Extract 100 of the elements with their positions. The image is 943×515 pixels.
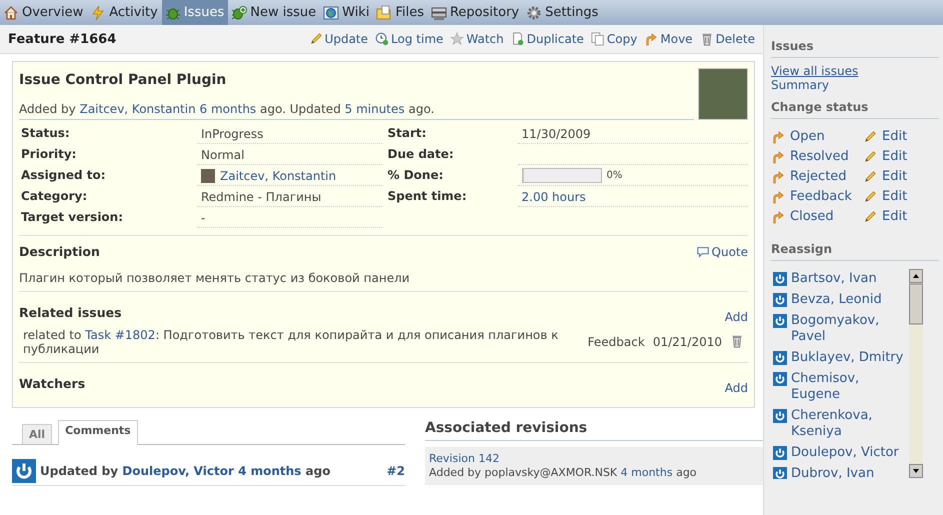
curved-arrow-icon xyxy=(771,150,785,164)
journal-number-link[interactable]: #2 xyxy=(386,464,405,478)
edit-link[interactable]: Edit xyxy=(863,149,923,164)
curved-arrow-icon xyxy=(771,170,785,184)
trash-icon xyxy=(700,32,714,46)
assignee-link[interactable]: Chemisov, Eugene xyxy=(773,371,909,403)
field-value: Redmine - Плагины xyxy=(201,190,322,204)
avatar-icon xyxy=(773,351,787,365)
status-link[interactable]: Rejected xyxy=(771,169,863,184)
assignee-link[interactable]: Bevza, Leonid xyxy=(773,292,909,308)
field-label: Target version: xyxy=(20,209,124,226)
section-title: Associated revisions xyxy=(425,420,763,441)
quote-link[interactable]: Quote xyxy=(696,244,748,258)
server-icon xyxy=(430,4,447,20)
action-link[interactable]: Watch xyxy=(450,32,504,46)
field-label: Category: xyxy=(20,188,88,205)
edit-link[interactable]: Edit xyxy=(863,209,923,224)
photo-placeholder xyxy=(698,68,748,120)
section-title: Related issues xyxy=(19,304,122,320)
assignee-link[interactable]: Buklayev, Dmitry xyxy=(773,350,909,366)
copy-icon xyxy=(590,32,605,46)
globe-icon xyxy=(323,4,340,20)
scrollbar[interactable] xyxy=(909,269,923,478)
time-link[interactable]: 5 minutes xyxy=(344,102,405,116)
edit-link[interactable]: Edit xyxy=(863,129,923,144)
curved-arrow-icon xyxy=(771,210,785,224)
field-label: Status: xyxy=(20,125,71,142)
issue-link[interactable]: Task #1802 xyxy=(85,328,156,342)
assignee-link[interactable]: Cherenkova, Kseniya xyxy=(773,408,909,440)
edit-link[interactable]: Edit xyxy=(863,189,923,204)
history-tab[interactable]: All xyxy=(22,424,52,444)
progress-value: 0% xyxy=(606,170,622,181)
issue-heading: Feature #1664 xyxy=(8,32,118,46)
history-tab[interactable]: Comments xyxy=(58,420,138,445)
action-link[interactable]: Duplicate xyxy=(510,32,584,46)
status-link[interactable]: Feedback xyxy=(771,189,863,204)
field-value: 11/30/2009 xyxy=(522,126,591,140)
revision-link[interactable]: Revision 142 xyxy=(429,452,500,465)
menu-tab[interactable]: Activity xyxy=(87,0,162,25)
delete-icon[interactable] xyxy=(730,334,744,350)
menu-tab[interactable]: Files xyxy=(373,0,428,25)
edit-link[interactable]: Edit xyxy=(863,169,923,184)
avatar-icon xyxy=(773,314,787,328)
pencil-icon xyxy=(863,150,877,164)
add-link[interactable]: Add xyxy=(724,310,748,324)
menu-tab[interactable]: New issue xyxy=(228,0,320,25)
assignee-link[interactable]: Dubrov, Ivan xyxy=(773,466,909,479)
clock-icon xyxy=(375,32,390,46)
description-text: Плагин который позволяет менять статус из боковой панели xyxy=(19,271,411,285)
section-title: Watchers xyxy=(19,376,86,390)
curved-arrow-icon xyxy=(771,190,785,204)
folder-icon xyxy=(376,4,392,20)
assignee-link[interactable]: Bogomyakov, Pavel xyxy=(773,313,909,345)
user-link[interactable]: Doulepov, Victor xyxy=(122,464,234,478)
user-link[interactable]: Zaitcev, Konstantin xyxy=(80,102,196,116)
menu-tab[interactable]: Wiki xyxy=(320,0,374,25)
user-link[interactable]: Zaitcev, Konstantin xyxy=(220,168,336,182)
time-link[interactable]: 2.00 hours xyxy=(522,190,586,204)
action-link[interactable]: Copy xyxy=(590,32,638,46)
add-link[interactable]: Add xyxy=(724,381,748,395)
action-link[interactable]: Move xyxy=(644,32,693,46)
sidebar-link[interactable]: Summary xyxy=(771,78,943,92)
status-link[interactable]: Closed xyxy=(771,209,863,224)
time-link[interactable]: 4 months xyxy=(620,466,673,479)
avatar-icon xyxy=(773,272,787,286)
sidebar-link[interactable]: View all issues xyxy=(771,64,943,78)
avatar-icon xyxy=(773,372,787,386)
status-link[interactable]: Resolved xyxy=(771,149,863,164)
journal-header: Updated by Doulepov, Victor 4 months ago xyxy=(40,464,332,478)
assignee-link[interactable]: Doulepov, Victor xyxy=(773,445,909,461)
field-label: Priority: xyxy=(20,146,78,163)
bug-add-icon xyxy=(231,4,248,20)
pencil-icon xyxy=(863,190,877,204)
time-link[interactable]: 4 months xyxy=(238,464,302,478)
section-title: Description xyxy=(19,244,100,259)
action-link[interactable]: Delete xyxy=(700,32,755,46)
issue-date: 01/21/2010 xyxy=(652,335,722,349)
field-value: - xyxy=(201,210,206,224)
pencil-icon xyxy=(308,32,323,46)
menu-tab[interactable]: Repository xyxy=(428,0,524,25)
pencil-icon xyxy=(863,130,877,144)
star-icon xyxy=(450,32,464,46)
time-link[interactable]: 6 months xyxy=(200,102,256,116)
sidebar-heading: Change status xyxy=(771,96,939,119)
field-label: Assigned to: xyxy=(20,167,107,184)
status-link[interactable]: Open xyxy=(771,129,863,144)
lightning-icon xyxy=(90,4,106,20)
field-label: Spent time: xyxy=(386,188,468,205)
assignee-link[interactable]: Bartsov, Ivan xyxy=(773,271,909,287)
action-link[interactable]: Update xyxy=(308,32,368,46)
field-value: Normal xyxy=(201,148,244,162)
field-label: Start: xyxy=(386,125,428,142)
field-value: InProgress xyxy=(201,126,264,140)
action-link[interactable]: Log time xyxy=(375,32,444,46)
sidebar-heading: Reassign xyxy=(771,238,939,261)
menu-tab[interactable]: Settings xyxy=(523,0,602,25)
issue-status: Feedback xyxy=(588,335,645,349)
menu-tab[interactable]: Issues xyxy=(162,0,228,25)
menu-tab[interactable]: Overview xyxy=(0,0,88,25)
sidebar-heading: Issues xyxy=(771,35,939,58)
